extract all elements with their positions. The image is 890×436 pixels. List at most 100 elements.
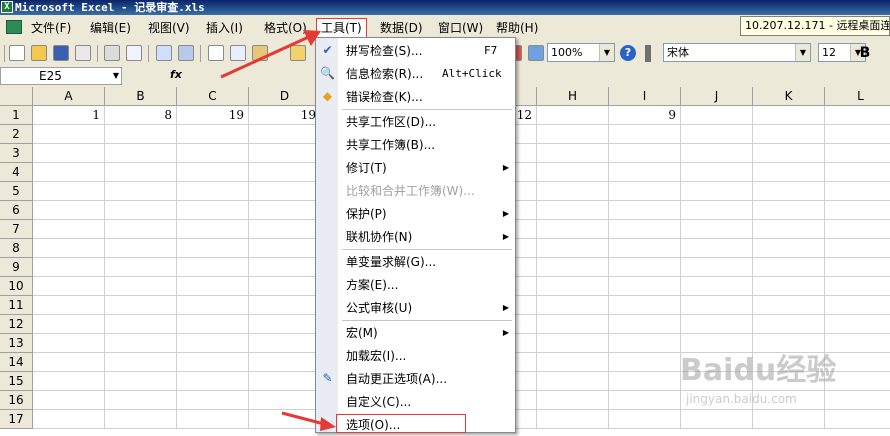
cell-j4[interactable]: [681, 163, 753, 182]
row-header-15[interactable]: 15: [0, 372, 33, 391]
cell-k12[interactable]: [753, 315, 825, 334]
cell-l5[interactable]: [825, 182, 890, 201]
cell-i5[interactable]: [609, 182, 681, 201]
cell-c15[interactable]: [177, 372, 249, 391]
row-header-12[interactable]: 12: [0, 315, 33, 334]
cell-c3[interactable]: [177, 144, 249, 163]
cell-h3[interactable]: [537, 144, 609, 163]
tools-menu-item[interactable]: 共享工作区(D)...: [316, 111, 515, 133]
cell-a1[interactable]: 1: [33, 106, 105, 125]
cell-j12[interactable]: [681, 315, 753, 334]
cell-k9[interactable]: [753, 258, 825, 277]
workbook-icon[interactable]: [6, 20, 22, 34]
row-header-6[interactable]: 6: [0, 201, 33, 220]
print-preview-icon[interactable]: [126, 45, 142, 61]
tools-menu-item[interactable]: 方案(E)...: [316, 274, 515, 296]
cell-k11[interactable]: [753, 296, 825, 315]
menu-help[interactable]: 帮助(H): [492, 19, 542, 37]
cell-b12[interactable]: [105, 315, 177, 334]
cell-c4[interactable]: [177, 163, 249, 182]
cell-i1[interactable]: 9: [609, 106, 681, 125]
cell-h6[interactable]: [537, 201, 609, 220]
cell-l9[interactable]: [825, 258, 890, 277]
cell-k10[interactable]: [753, 277, 825, 296]
cell-h8[interactable]: [537, 239, 609, 258]
cell-a16[interactable]: [33, 391, 105, 410]
cell-l3[interactable]: [825, 144, 890, 163]
row-header-10[interactable]: 10: [0, 277, 33, 296]
cell-b2[interactable]: [105, 125, 177, 144]
cell-j8[interactable]: [681, 239, 753, 258]
row-header-4[interactable]: 4: [0, 163, 33, 182]
cell-b11[interactable]: [105, 296, 177, 315]
cell-l4[interactable]: [825, 163, 890, 182]
cell-d11[interactable]: [249, 296, 321, 315]
cell-i8[interactable]: [609, 239, 681, 258]
row-header-16[interactable]: 16: [0, 391, 33, 410]
tools-menu-item[interactable]: 公式审核(U) ▶: [316, 297, 515, 319]
tools-menu-item[interactable]: 保护(P) ▶: [316, 203, 515, 225]
cell-h16[interactable]: [537, 391, 609, 410]
menu-file[interactable]: 文件(F): [27, 19, 75, 37]
tools-menu-item[interactable]: ✎ 自动更正选项(A)...: [316, 368, 515, 390]
cell-k7[interactable]: [753, 220, 825, 239]
cell-d9[interactable]: [249, 258, 321, 277]
cell-c7[interactable]: [177, 220, 249, 239]
row-header-17[interactable]: 17: [0, 410, 33, 429]
cell-h13[interactable]: [537, 334, 609, 353]
cell-a11[interactable]: [33, 296, 105, 315]
tools-menu-item[interactable]: ◆ 错误检查(K)...: [316, 86, 515, 108]
cell-a13[interactable]: [33, 334, 105, 353]
cell-k3[interactable]: [753, 144, 825, 163]
cell-j9[interactable]: [681, 258, 753, 277]
cell-i11[interactable]: [609, 296, 681, 315]
cell-i16[interactable]: [609, 391, 681, 410]
cell-k4[interactable]: [753, 163, 825, 182]
cell-c14[interactable]: [177, 353, 249, 372]
cell-a10[interactable]: [33, 277, 105, 296]
cell-h2[interactable]: [537, 125, 609, 144]
cell-l8[interactable]: [825, 239, 890, 258]
cell-l11[interactable]: [825, 296, 890, 315]
cell-d2[interactable]: [249, 125, 321, 144]
cell-d1[interactable]: 19: [249, 106, 321, 125]
open-icon[interactable]: [31, 45, 47, 61]
row-header-11[interactable]: 11: [0, 296, 33, 315]
cell-b5[interactable]: [105, 182, 177, 201]
cell-l7[interactable]: [825, 220, 890, 239]
cell-d5[interactable]: [249, 182, 321, 201]
cell-h11[interactable]: [537, 296, 609, 315]
row-header-3[interactable]: 3: [0, 144, 33, 163]
cell-h7[interactable]: [537, 220, 609, 239]
cell-c13[interactable]: [177, 334, 249, 353]
tools-menu-item[interactable]: 🔍 信息检索(R)... Alt+Click: [316, 63, 515, 85]
cell-h12[interactable]: [537, 315, 609, 334]
cell-a7[interactable]: [33, 220, 105, 239]
cell-d4[interactable]: [249, 163, 321, 182]
bold-button[interactable]: B: [855, 44, 875, 62]
cell-b16[interactable]: [105, 391, 177, 410]
cell-a14[interactable]: [33, 353, 105, 372]
cell-i6[interactable]: [609, 201, 681, 220]
cell-a17[interactable]: [33, 410, 105, 429]
cell-j3[interactable]: [681, 144, 753, 163]
cell-a12[interactable]: [33, 315, 105, 334]
column-header-b[interactable]: B: [105, 87, 177, 106]
row-header-8[interactable]: 8: [0, 239, 33, 258]
cell-i3[interactable]: [609, 144, 681, 163]
name-box[interactable]: E25 ▼: [0, 67, 122, 85]
cell-h1[interactable]: [537, 106, 609, 125]
chevron-down-icon[interactable]: ▼: [599, 44, 614, 61]
cell-k2[interactable]: [753, 125, 825, 144]
cell-h14[interactable]: [537, 353, 609, 372]
cell-l6[interactable]: [825, 201, 890, 220]
tools-menu-item[interactable]: 修订(T) ▶: [316, 157, 515, 179]
cell-a15[interactable]: [33, 372, 105, 391]
cell-b13[interactable]: [105, 334, 177, 353]
tools-menu-item[interactable]: 宏(M) ▶: [316, 322, 515, 344]
cell-b9[interactable]: [105, 258, 177, 277]
column-header-j[interactable]: J: [681, 87, 753, 106]
cell-a5[interactable]: [33, 182, 105, 201]
column-header-h[interactable]: H: [537, 87, 609, 106]
row-header-1[interactable]: 1: [0, 106, 33, 125]
